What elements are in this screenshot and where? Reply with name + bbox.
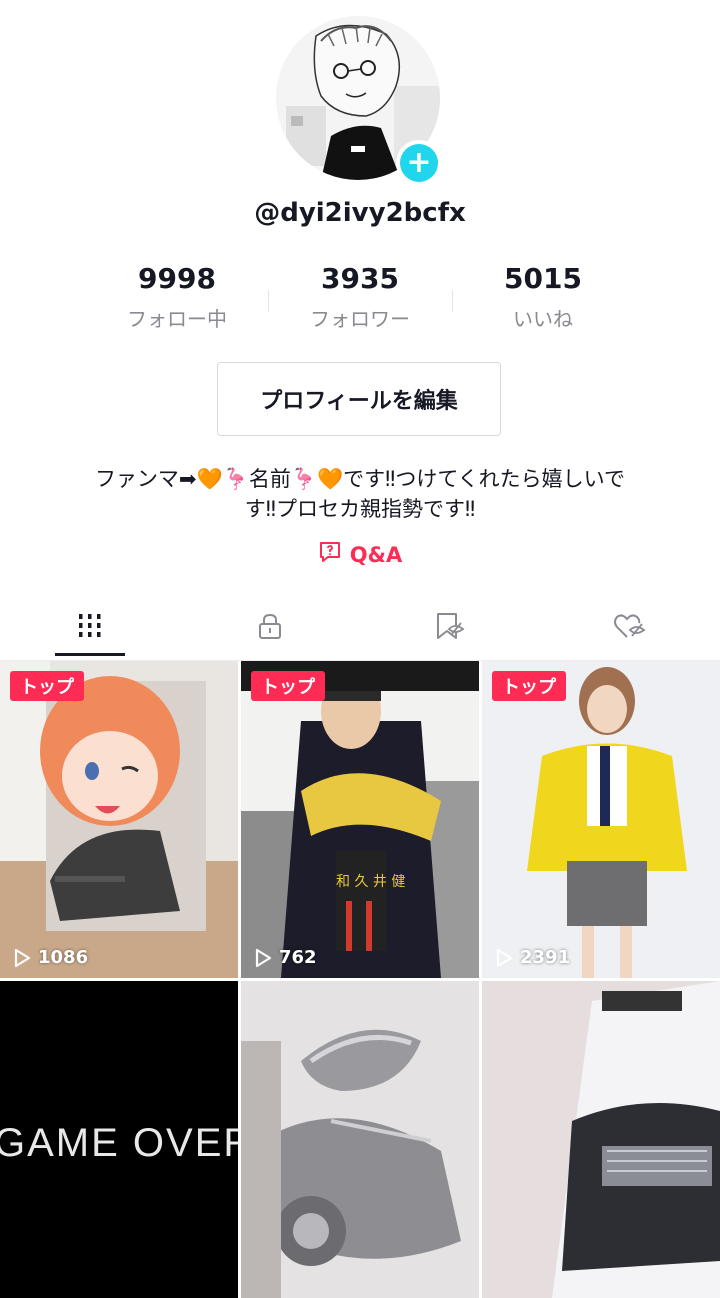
thumbnail-image [241,981,479,1298]
play-icon [255,948,272,967]
bio-line: す‼プロセカ親指勢です‼ [244,497,476,521]
stat-followers[interactable]: 3935 フォロワー [260,262,460,332]
top-badge: トップ [251,671,325,701]
lock-icon [255,611,285,645]
tab-videos[interactable] [30,596,150,660]
play-icon [496,948,513,967]
video-thumbnail[interactable]: トップ 1086 [0,661,238,978]
likes-label: いいね [513,307,573,331]
tab-favorites[interactable] [390,596,510,660]
following-count: 9998 [138,262,216,295]
username: @dyi2ivy2bcfx [254,198,466,228]
likes-count: 5015 [504,262,582,295]
play-icon [14,948,31,967]
qa-icon [318,540,342,569]
following-label: フォロー中 [127,307,227,331]
tab-private[interactable] [210,596,330,660]
bio: ファンマ➡🧡🦩名前🦩🧡です‼つけてくれたら嬉しいで す‼プロセカ親指勢です‼ [60,464,660,524]
add-avatar-button[interactable]: + [396,140,442,186]
profile-tabs [0,596,720,661]
plus-icon: + [400,144,438,182]
top-badge: トップ [492,671,566,701]
video-thumbnail[interactable]: 和 久 井 健 トップ 762 [241,661,479,978]
qa-label: Q&A [349,542,403,567]
edit-profile-button[interactable]: プロフィールを編集 [217,362,501,436]
tab-liked[interactable] [570,596,690,660]
bookmark-icon [433,611,467,645]
view-count: 762 [253,947,317,968]
thumbnail-image [482,981,720,1298]
view-count: 1086 [12,947,88,968]
video-thumbnail[interactable] [482,981,720,1298]
view-count-value: 1086 [38,947,89,968]
thumbnail-image [482,661,720,978]
stat-likes[interactable]: 5015 いいね [443,262,643,332]
svg-text:和 久 井 健: 和 久 井 健 [336,874,405,890]
thumbnail-image: 和 久 井 健 [241,661,479,978]
view-count-value: 2391 [520,947,571,968]
liked-heart-icon [612,611,648,645]
top-badge: トップ [10,671,84,701]
grid-icon [75,611,105,645]
video-grid: トップ 1086 和 久 井 健 トップ 762 トップ 2391 GAME O… [0,661,720,1298]
stat-following[interactable]: 9998 フォロー中 [77,262,277,332]
video-thumbnail[interactable]: GAME OVER [0,981,238,1298]
view-count: 2391 [494,947,570,968]
profile-avatar-container[interactable]: + [276,16,442,186]
followers-count: 3935 [321,262,399,295]
thumbnail-image [0,661,238,978]
active-tab-indicator [55,653,125,656]
profile-stats: 9998 フォロー中 3935 フォロワー 5015 いいね [0,262,720,342]
bio-line: ファンマ➡🧡🦩名前🦩🧡です‼つけてくれたら嬉しいで [94,467,626,491]
view-count-value: 762 [279,947,317,968]
thumbnail-overlay-text: GAME OVER [0,1121,238,1165]
qa-link[interactable]: Q&A [0,540,720,569]
video-thumbnail[interactable] [241,981,479,1298]
followers-label: フォロワー [310,307,410,331]
video-thumbnail[interactable]: トップ 2391 [482,661,720,978]
